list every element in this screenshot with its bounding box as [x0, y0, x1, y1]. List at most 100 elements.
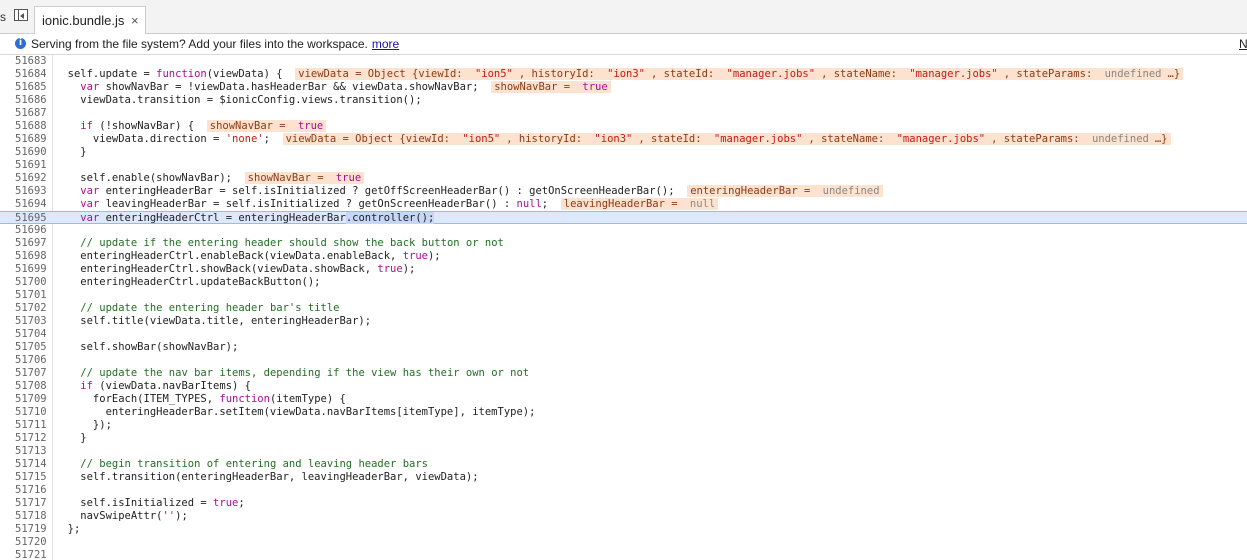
previous-tab-fragment[interactable]: s	[0, 10, 6, 24]
line-number[interactable]: 51709	[15, 393, 47, 406]
line-number[interactable]: 51685	[15, 81, 47, 94]
code-line[interactable]: 51691	[0, 159, 1247, 172]
line-number[interactable]: 51691	[15, 159, 47, 172]
code-line[interactable]: 51717 self.isInitialized = true;	[0, 497, 1247, 510]
code-line[interactable]: 51686 viewData.transition = $ionicConfig…	[0, 94, 1247, 107]
inline-value-annotation: true	[579, 81, 611, 93]
close-icon[interactable]: ×	[131, 13, 139, 28]
code-line[interactable]: 51721	[0, 549, 1247, 560]
inline-value-annotation: viewData = Object {viewId:	[282, 133, 460, 145]
info-bar: i Serving from the file system? Add your…	[0, 34, 1247, 55]
code-token: ''	[162, 510, 176, 522]
code-line[interactable]: 51683	[0, 55, 1247, 68]
code-line[interactable]: 51705 self.showBar(showNavBar);	[0, 341, 1247, 354]
line-number[interactable]: 51690	[15, 146, 47, 159]
code-line[interactable]: 51684 self.update = function(viewData) {…	[0, 68, 1247, 81]
line-number[interactable]: 51708	[15, 380, 47, 393]
line-number[interactable]: 51689	[15, 133, 47, 146]
code-line[interactable]: 51709 forEach(ITEM_TYPES, function(itemT…	[0, 393, 1247, 406]
code-line[interactable]: 51688 if (!showNavBar) { showNavBar = tr…	[0, 120, 1247, 133]
line-number[interactable]: 51715	[15, 471, 47, 484]
code-line[interactable]: 51685 var showNavBar = !viewData.hasHead…	[0, 81, 1247, 94]
line-number[interactable]: 51686	[15, 94, 47, 107]
code-line[interactable]: 51703 self.title(viewData.title, enterin…	[0, 315, 1247, 328]
code-line[interactable]: 51699 enteringHeaderCtrl.showBack(viewDa…	[0, 263, 1247, 276]
code-line[interactable]: 51715 self.transition(enteringHeaderBar,…	[0, 471, 1247, 484]
line-number[interactable]: 51707	[15, 367, 47, 380]
code-editor[interactable]: 51683 51684 self.update = function(viewDa…	[0, 55, 1247, 560]
code-line[interactable]: 51694 var leavingHeaderBar = self.isInit…	[0, 198, 1247, 211]
line-number[interactable]: 51693	[15, 185, 47, 198]
line-number[interactable]: 51704	[15, 328, 47, 341]
toggle-sidebar-icon[interactable]	[14, 9, 28, 21]
code-line[interactable]: 51692 self.enable(showNavBar); showNavBa…	[0, 172, 1247, 185]
line-number[interactable]: 51710	[15, 406, 47, 419]
line-number[interactable]: 51702	[15, 302, 47, 315]
code-line[interactable]: 51714 // begin transition of entering an…	[0, 458, 1247, 471]
line-number[interactable]: 51699	[15, 263, 47, 276]
code-line[interactable]: 51697 // update if the entering header s…	[0, 237, 1247, 250]
code-text: enteringHeaderCtrl.enableBack(viewData.e…	[55, 250, 440, 263]
line-number[interactable]: 51692	[15, 172, 47, 185]
code-line[interactable]: 51706	[0, 354, 1247, 367]
code-token: function	[219, 393, 270, 405]
code-text: enteringHeaderCtrl.updateBackButton();	[55, 276, 320, 289]
code-line[interactable]: 51689 viewData.direction = 'none'; viewD…	[0, 133, 1247, 146]
code-line[interactable]: 51701	[0, 289, 1247, 302]
line-number[interactable]: 51711	[15, 419, 47, 432]
code-line[interactable]: 51687	[0, 107, 1247, 120]
code-line[interactable]: 51698 enteringHeaderCtrl.enableBack(view…	[0, 250, 1247, 263]
code-line[interactable]: 51716	[0, 484, 1247, 497]
code-line[interactable]: 51711 });	[0, 419, 1247, 432]
line-number[interactable]: 51720	[15, 536, 47, 549]
line-number[interactable]: 51712	[15, 432, 47, 445]
line-number[interactable]: 51721	[15, 549, 47, 560]
line-number[interactable]: 51684	[15, 68, 47, 81]
line-number[interactable]: 51703	[15, 315, 47, 328]
line-number[interactable]: 51716	[15, 484, 47, 497]
code-line[interactable]: 51690 }	[0, 146, 1247, 159]
code-text: // update the nav bar items, depending i…	[55, 367, 529, 380]
code-line[interactable]: 51702 // update the entering header bar'…	[0, 302, 1247, 315]
code-token: enteringHeaderCtrl = enteringHeaderBar	[99, 212, 346, 224]
line-number[interactable]: 51705	[15, 341, 47, 354]
line-number[interactable]: 51694	[15, 198, 47, 211]
line-number[interactable]: 51688	[15, 120, 47, 133]
line-number[interactable]: 51713	[15, 445, 47, 458]
code-line[interactable]: 51713	[0, 445, 1247, 458]
code-line[interactable]: 51696	[0, 224, 1247, 237]
code-line[interactable]: 51710 enteringHeaderBar.setItem(viewData…	[0, 406, 1247, 419]
code-token: self.isInitialized =	[55, 497, 214, 509]
line-number[interactable]: 51718	[15, 510, 47, 523]
code-line[interactable]: 51712 }	[0, 432, 1247, 445]
code-line[interactable]: 51720	[0, 536, 1247, 549]
more-link[interactable]: more	[372, 37, 399, 51]
code-text: self.update = function(viewData) { viewD…	[55, 68, 1184, 81]
code-text: self.showBar(showNavBar);	[55, 341, 238, 354]
line-number[interactable]: 51687	[15, 107, 47, 120]
code-line[interactable]: 51708 if (viewData.navBarItems) {	[0, 380, 1247, 393]
code-line[interactable]: 51700 enteringHeaderCtrl.updateBackButto…	[0, 276, 1247, 289]
line-number[interactable]: 51706	[15, 354, 47, 367]
tab-ionic-bundle[interactable]: ionic.bundle.js ×	[34, 6, 146, 34]
code-line[interactable]: 51719 };	[0, 523, 1247, 536]
line-number[interactable]: 51717	[15, 497, 47, 510]
line-number[interactable]: 51714	[15, 458, 47, 471]
line-number[interactable]: 51719	[15, 523, 47, 536]
info-right-link[interactable]: N	[1239, 37, 1247, 51]
line-number[interactable]: 51700	[15, 276, 47, 289]
line-number[interactable]: 51683	[15, 55, 47, 68]
inline-value-annotation: null	[686, 198, 719, 210]
line-number[interactable]: 51697	[15, 237, 47, 250]
code-line[interactable]: 51693 var enteringHeaderBar = self.isIni…	[0, 185, 1247, 198]
code-line[interactable]: 51704	[0, 328, 1247, 341]
code-text: enteringHeaderBar.setItem(viewData.navBa…	[55, 406, 536, 419]
line-number[interactable]: 51701	[15, 289, 47, 302]
code-line[interactable]: 51695 var enteringHeaderCtrl = enteringH…	[0, 211, 1247, 224]
line-number[interactable]: 51698	[15, 250, 47, 263]
line-number[interactable]: 51696	[15, 224, 47, 237]
code-line[interactable]: 51718 navSwipeAttr('');	[0, 510, 1247, 523]
code-token: );	[402, 263, 416, 275]
code-line[interactable]: 51707 // update the nav bar items, depen…	[0, 367, 1247, 380]
